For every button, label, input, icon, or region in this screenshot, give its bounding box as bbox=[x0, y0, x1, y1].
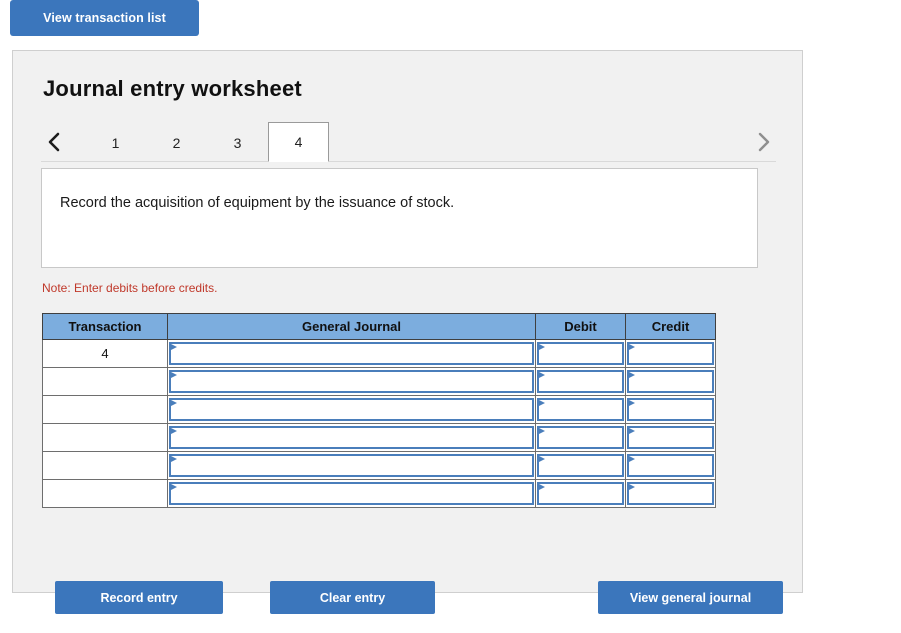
transaction-number-cell: 4 bbox=[42, 339, 168, 368]
table-row bbox=[42, 395, 716, 424]
tab-4[interactable]: 4 bbox=[268, 122, 329, 162]
credit-input-cell[interactable] bbox=[625, 367, 716, 396]
transaction-number-cell bbox=[42, 395, 168, 424]
debit-input-cell[interactable] bbox=[535, 367, 626, 396]
transaction-number-cell bbox=[42, 423, 168, 452]
general-journal-input-cell[interactable] bbox=[167, 479, 536, 508]
table-header-row: Transaction General Journal Debit Credit bbox=[42, 313, 716, 340]
cell-marker-icon bbox=[539, 400, 545, 406]
cell-marker-icon bbox=[629, 456, 635, 462]
cell-marker-icon bbox=[171, 344, 177, 350]
cell-marker-icon bbox=[539, 484, 545, 490]
general-journal-input-cell[interactable] bbox=[167, 395, 536, 424]
general-journal-input-cell[interactable] bbox=[167, 423, 536, 452]
worksheet-page: View transaction list Journal entry work… bbox=[0, 0, 901, 633]
tab-2[interactable]: 2 bbox=[146, 122, 207, 162]
cell-marker-icon bbox=[629, 344, 635, 350]
instruction-text: Record the acquisition of equipment by t… bbox=[60, 195, 455, 211]
debit-input-cell[interactable] bbox=[535, 395, 626, 424]
credit-input-cell[interactable] bbox=[625, 339, 716, 368]
table-row: 4 bbox=[42, 339, 716, 368]
tab-bar: 1 2 3 4 bbox=[41, 122, 776, 162]
column-header-general-journal: General Journal bbox=[167, 313, 536, 340]
general-journal-input-cell[interactable] bbox=[167, 367, 536, 396]
debit-input-cell[interactable] bbox=[535, 479, 626, 508]
cell-marker-icon bbox=[171, 372, 177, 378]
cell-marker-icon bbox=[171, 484, 177, 490]
credit-input-cell[interactable] bbox=[625, 395, 716, 424]
cell-marker-icon bbox=[539, 372, 545, 378]
journal-entry-table: Transaction General Journal Debit Credit… bbox=[42, 313, 716, 508]
next-tab-button[interactable] bbox=[750, 122, 776, 162]
tab-3[interactable]: 3 bbox=[207, 122, 268, 162]
cell-marker-icon bbox=[539, 428, 545, 434]
cell-marker-icon bbox=[629, 484, 635, 490]
credit-input-cell[interactable] bbox=[625, 423, 716, 452]
cell-marker-icon bbox=[629, 428, 635, 434]
view-general-journal-button[interactable]: View general journal bbox=[598, 581, 783, 614]
credit-input-cell[interactable] bbox=[625, 451, 716, 480]
table-row bbox=[42, 367, 716, 396]
instruction-box: Record the acquisition of equipment by t… bbox=[41, 168, 758, 268]
column-header-credit: Credit bbox=[625, 313, 716, 340]
debit-input-cell[interactable] bbox=[535, 339, 626, 368]
table-row bbox=[42, 423, 716, 452]
chevron-right-icon bbox=[756, 131, 770, 153]
page-title: Journal entry worksheet bbox=[43, 76, 302, 101]
cell-marker-icon bbox=[171, 428, 177, 434]
view-transaction-list-button[interactable]: View transaction list bbox=[10, 0, 199, 36]
column-header-transaction: Transaction bbox=[42, 313, 168, 340]
transaction-number-cell bbox=[42, 479, 168, 508]
debit-input-cell[interactable] bbox=[535, 451, 626, 480]
cell-marker-icon bbox=[171, 400, 177, 406]
previous-tab-button[interactable] bbox=[41, 122, 67, 162]
debits-before-credits-note: Note: Enter debits before credits. bbox=[42, 281, 218, 295]
clear-entry-button[interactable]: Clear entry bbox=[270, 581, 435, 614]
transaction-number-cell bbox=[42, 451, 168, 480]
cell-marker-icon bbox=[629, 400, 635, 406]
transaction-number-cell bbox=[42, 367, 168, 396]
tab-1[interactable]: 1 bbox=[85, 122, 146, 162]
general-journal-input-cell[interactable] bbox=[167, 339, 536, 368]
debit-input-cell[interactable] bbox=[535, 423, 626, 452]
cell-marker-icon bbox=[539, 344, 545, 350]
cell-marker-icon bbox=[171, 456, 177, 462]
credit-input-cell[interactable] bbox=[625, 479, 716, 508]
cell-marker-icon bbox=[629, 372, 635, 378]
column-header-debit: Debit bbox=[535, 313, 626, 340]
table-row bbox=[42, 451, 716, 480]
general-journal-input-cell[interactable] bbox=[167, 451, 536, 480]
journal-entry-panel: Journal entry worksheet 1 2 3 4 Record t… bbox=[12, 50, 803, 614]
record-entry-button[interactable]: Record entry bbox=[55, 581, 223, 614]
chevron-left-icon bbox=[47, 131, 61, 153]
table-row bbox=[42, 479, 716, 508]
cell-marker-icon bbox=[539, 456, 545, 462]
